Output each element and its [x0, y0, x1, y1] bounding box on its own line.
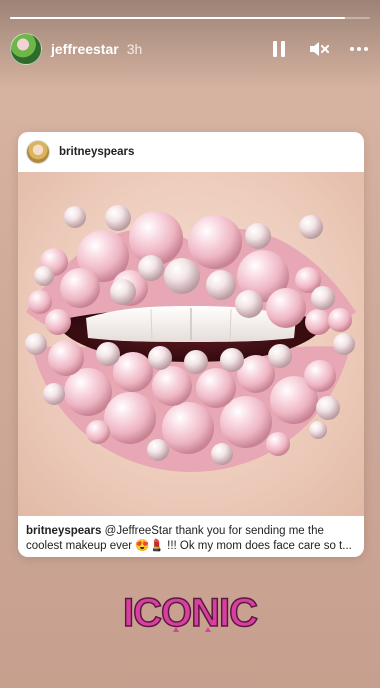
post-avatar[interactable] [26, 140, 50, 164]
caption-username[interactable]: britneyspears [26, 525, 101, 537]
post-username[interactable]: britneyspears [59, 146, 134, 158]
story-progress-bar [10, 17, 370, 19]
avatar[interactable] [10, 33, 42, 65]
post-image[interactable] [18, 172, 364, 516]
post-header: britneyspears [18, 132, 364, 172]
more-horizontal-icon [350, 47, 368, 51]
mute-button[interactable] [308, 38, 330, 60]
post-caption: britneyspears @JeffreeStar thank you for… [18, 516, 364, 554]
lips-photo [25, 205, 356, 472]
iconic-sticker[interactable]: ICONIC [0, 588, 380, 641]
iconic-sticker-art: ICONIC [122, 590, 259, 636]
speaker-muted-icon [310, 42, 329, 56]
story-progress-fill [10, 17, 345, 19]
story-username[interactable]: jeffreestar [51, 41, 119, 57]
story-timestamp: 3h [126, 41, 143, 57]
story-header: jeffreestar 3h [10, 32, 370, 66]
shared-post-card[interactable]: britneyspears britneyspears @JeffreeStar… [18, 132, 364, 557]
story-view[interactable]: jeffreestar 3h britneyspears britneyspea… [0, 0, 380, 688]
more-button[interactable] [348, 38, 370, 60]
pause-button[interactable] [268, 38, 290, 60]
pause-icon [273, 41, 285, 57]
sticker-text: ICONIC [123, 591, 257, 635]
story-controls [268, 38, 370, 60]
